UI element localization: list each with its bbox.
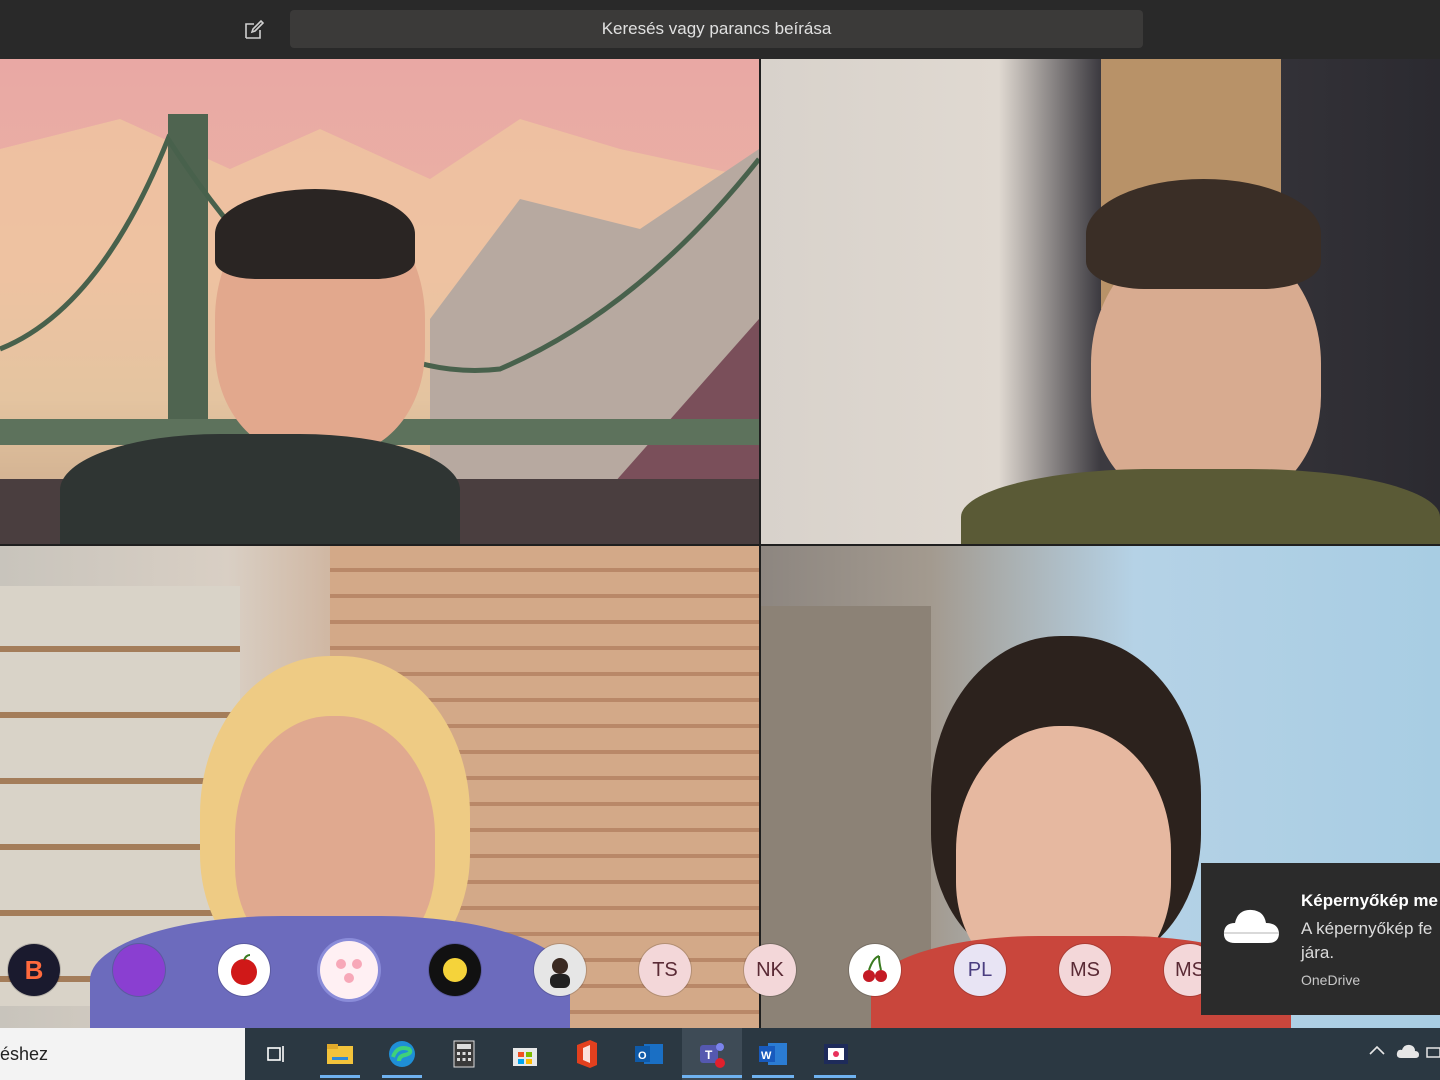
search-input[interactable]: Keresés vagy parancs beírása xyxy=(290,10,1143,48)
avatar-apple[interactable] xyxy=(218,944,270,996)
calculator-icon[interactable] xyxy=(448,1038,480,1070)
notification-body: A képernyőkép fe jára. xyxy=(1301,919,1433,962)
video-tile-1[interactable] xyxy=(0,59,759,544)
avatar-selected[interactable] xyxy=(320,941,378,999)
avatar-photo[interactable] xyxy=(534,944,586,996)
avatar-initials[interactable]: TS xyxy=(639,944,691,996)
video-tile-2[interactable] xyxy=(761,59,1440,544)
participant-hair-2 xyxy=(1086,179,1321,289)
notification-source: OneDrive xyxy=(1301,972,1361,988)
onedrive-notification[interactable]: Képernyőkép me A képernyőkép fe jára. On… xyxy=(1201,863,1440,1015)
taskbar-search-input[interactable]: éshez xyxy=(0,1028,245,1080)
word-active-indicator xyxy=(752,1075,794,1078)
teams-active-indicator xyxy=(682,1075,742,1078)
snipping-active-indicator xyxy=(814,1075,856,1078)
avatar-initials[interactable]: PL xyxy=(954,944,1006,996)
avatar-purple[interactable] xyxy=(113,944,165,996)
teams-icon[interactable]: T xyxy=(696,1038,728,1070)
notification-title: Képernyőkép me xyxy=(1301,891,1438,910)
participant-body-2 xyxy=(961,469,1440,544)
explorer-active-indicator xyxy=(320,1075,360,1078)
title-bar: Keresés vagy parancs beírása xyxy=(0,0,1440,59)
outlook-icon[interactable]: O xyxy=(633,1038,665,1070)
avatar-b[interactable]: B xyxy=(8,944,60,996)
onedrive-tray-icon[interactable] xyxy=(1396,1042,1420,1065)
chevron-up-icon[interactable] xyxy=(1368,1042,1386,1065)
store-icon[interactable] xyxy=(509,1038,541,1070)
task-view-icon[interactable] xyxy=(260,1038,292,1070)
svg-text:W: W xyxy=(761,1050,772,1062)
participant-hair-1 xyxy=(215,189,415,279)
cloud-icon xyxy=(1221,903,1281,952)
avatar-cherries[interactable] xyxy=(849,944,901,996)
avatar-initials[interactable]: NK xyxy=(744,944,796,996)
snipping-tool-icon[interactable] xyxy=(820,1038,852,1070)
edge-active-indicator xyxy=(382,1075,422,1078)
taskbar: éshez O T W xyxy=(0,1028,1440,1080)
file-explorer-icon[interactable] xyxy=(324,1038,356,1070)
svg-text:T: T xyxy=(705,1048,713,1062)
avatar-initials[interactable]: MS xyxy=(1059,944,1111,996)
participant-body-1 xyxy=(60,434,460,544)
word-icon[interactable]: W xyxy=(757,1038,789,1070)
office-icon[interactable] xyxy=(571,1038,603,1070)
edge-browser-icon[interactable] xyxy=(386,1038,418,1070)
svg-text:O: O xyxy=(638,1050,647,1062)
network-icon[interactable] xyxy=(1426,1042,1440,1065)
avatar-yellow[interactable] xyxy=(429,944,481,996)
new-chat-icon[interactable] xyxy=(242,18,266,42)
